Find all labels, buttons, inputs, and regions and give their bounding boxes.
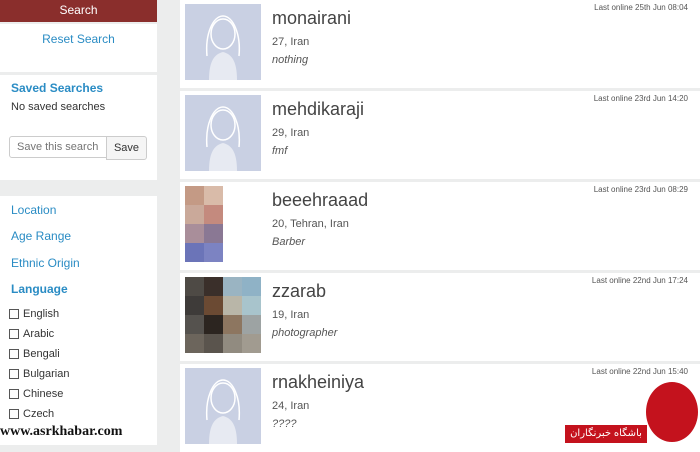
language-label: Bulgarian bbox=[23, 368, 70, 380]
language-label: English bbox=[23, 308, 60, 320]
language-label: Czech bbox=[23, 408, 55, 420]
language-option-chinese[interactable]: Chinese bbox=[9, 388, 63, 400]
search-button[interactable]: Search bbox=[0, 0, 157, 22]
save-search-box: Save bbox=[0, 133, 157, 180]
profile-meta: 27, Iran bbox=[272, 36, 310, 48]
language-label: Bengali bbox=[23, 348, 60, 360]
last-online: Last online 23rd Jun 14:20 bbox=[593, 94, 688, 103]
filter-ethnic-origin[interactable]: Ethnic Origin bbox=[11, 256, 80, 270]
profile-meta: 24, Iran bbox=[272, 400, 310, 412]
filter-language[interactable]: Language bbox=[11, 282, 68, 296]
last-online: Last online 23rd Jun 08:29 bbox=[593, 185, 688, 194]
saved-searches-title: Saved Searches bbox=[11, 81, 104, 95]
save-button[interactable]: Save bbox=[106, 136, 147, 160]
profile-name[interactable]: rnakheiniya bbox=[272, 372, 364, 393]
saved-searches-panel: Saved Searches No saved searches bbox=[0, 75, 157, 133]
brand-logo-icon bbox=[644, 380, 700, 444]
checkbox[interactable] bbox=[9, 329, 19, 340]
language-label: Arabic bbox=[23, 328, 55, 340]
reset-search-link[interactable]: Reset Search bbox=[0, 32, 157, 46]
profile-name[interactable]: beeehraaad bbox=[272, 190, 368, 211]
sidebar: Search Reset Search Saved Searches No sa… bbox=[0, 0, 157, 445]
language-option-bulgarian[interactable]: Bulgarian bbox=[9, 368, 69, 380]
profile-name[interactable]: zzarab bbox=[272, 281, 326, 302]
reset-panel: Reset Search bbox=[0, 24, 157, 72]
profile-photo[interactable] bbox=[185, 186, 261, 262]
profile-name[interactable]: mehdikaraji bbox=[272, 99, 364, 120]
profile-tagline: photographer bbox=[272, 327, 338, 339]
language-label: Chinese bbox=[23, 388, 64, 400]
profile-name[interactable]: monairani bbox=[272, 8, 351, 29]
profile-card[interactable]: mehdikaraji 29, Iran fmf Last online 23r… bbox=[180, 91, 700, 179]
language-option-czech[interactable]: Czech bbox=[9, 408, 54, 420]
avatar-placeholder-icon[interactable] bbox=[185, 95, 261, 171]
language-option-bengali[interactable]: Bengali bbox=[9, 348, 60, 360]
avatar-placeholder-icon[interactable] bbox=[185, 368, 261, 444]
filter-location[interactable]: Location bbox=[11, 203, 56, 217]
profile-meta: 29, Iran bbox=[272, 127, 310, 139]
filters-panel: Location Age Range Ethnic Origin Languag… bbox=[0, 196, 157, 445]
checkbox[interactable] bbox=[9, 389, 19, 400]
profile-meta: 19, Iran bbox=[272, 309, 310, 321]
watermark-text: www.asrkhabar.com bbox=[0, 424, 123, 439]
saved-searches-empty: No saved searches bbox=[11, 101, 106, 113]
avatar-placeholder-icon[interactable] bbox=[185, 4, 261, 80]
last-online: Last online 22nd Jun 17:24 bbox=[591, 276, 688, 285]
profile-card[interactable]: beeehraaad 20, Tehran, Iran Barber Last … bbox=[180, 182, 700, 270]
profile-photo[interactable] bbox=[185, 277, 261, 353]
profile-tagline: fmf bbox=[272, 145, 288, 157]
profile-tagline: Barber bbox=[272, 236, 306, 248]
profile-card[interactable]: zzarab 19, Iran photographer Last online… bbox=[180, 273, 700, 361]
checkbox[interactable] bbox=[9, 369, 19, 380]
language-option-arabic[interactable]: Arabic bbox=[9, 328, 54, 340]
results-list: monairani 27, Iran nothing Last online 2… bbox=[180, 0, 700, 452]
profile-tagline: ???? bbox=[272, 418, 297, 430]
checkbox[interactable] bbox=[9, 409, 19, 420]
brand-label: باشگاه خبرنگاران bbox=[565, 425, 647, 443]
checkbox[interactable] bbox=[9, 309, 19, 320]
save-search-input[interactable] bbox=[9, 136, 112, 158]
checkbox[interactable] bbox=[9, 349, 19, 360]
filter-age-range[interactable]: Age Range bbox=[11, 229, 71, 243]
language-option-english[interactable]: English bbox=[9, 308, 59, 320]
profile-meta: 20, Tehran, Iran bbox=[272, 218, 349, 230]
last-online: Last online 22nd Jun 15:40 bbox=[591, 367, 688, 376]
profile-tagline: nothing bbox=[272, 54, 309, 66]
last-online: Last online 25th Jun 08:04 bbox=[594, 3, 688, 12]
profile-card[interactable]: monairani 27, Iran nothing Last online 2… bbox=[180, 0, 700, 88]
